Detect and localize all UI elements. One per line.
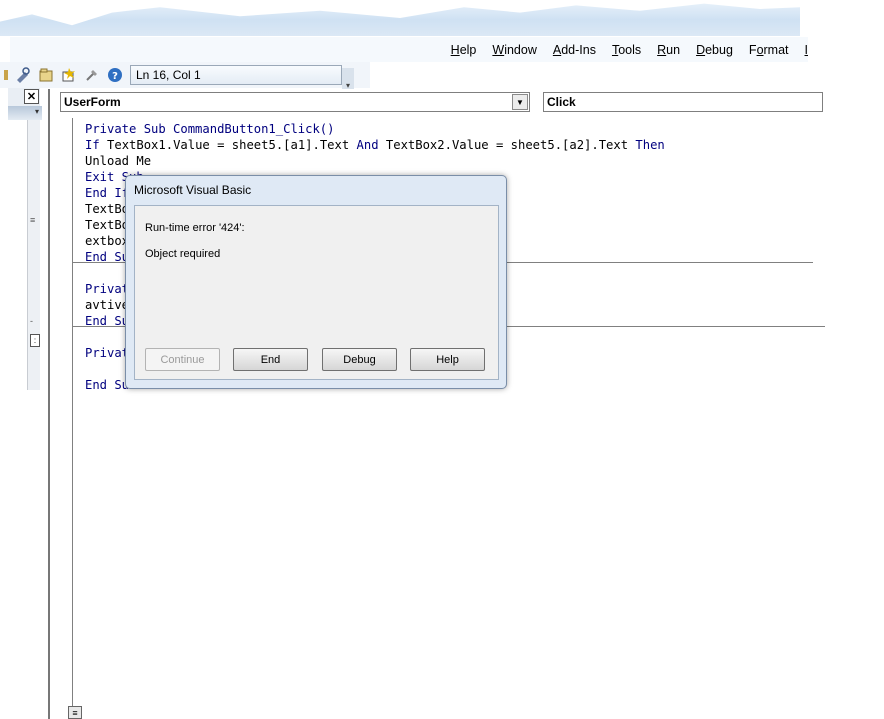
close-icon[interactable]: ✕ — [24, 89, 39, 104]
toolbar-partial-icon[interactable] — [4, 67, 8, 83]
code-line[interactable]: End Su — [85, 377, 129, 393]
chevron-down-icon[interactable]: ▾ — [35, 107, 39, 116]
debug-button[interactable]: Debug — [322, 348, 397, 371]
menu-tools[interactable]: Tools — [604, 43, 649, 57]
error-code-text: Run-time error '424': — [145, 222, 245, 234]
project-pane-titlebar: ▾ — [8, 106, 42, 120]
menu-bar: Help Window Add-Ins Tools Run Debug Form… — [10, 37, 808, 62]
procedure-dropdown[interactable]: Click — [543, 92, 823, 112]
object-dropdown[interactable]: UserForm ▼ — [60, 92, 530, 112]
menu-insert-partial[interactable]: I — [797, 43, 808, 57]
end-button[interactable]: End — [233, 348, 308, 371]
code-line[interactable]: extbox — [85, 233, 129, 249]
help-button[interactable]: Help — [410, 348, 485, 371]
code-line[interactable]: Privat — [85, 281, 129, 297]
help-icon[interactable]: ? — [107, 67, 123, 83]
menu-run[interactable]: Run — [649, 43, 688, 57]
cursor-position-text: Ln 16, Col 1 — [136, 68, 201, 82]
svg-text:?: ? — [112, 71, 118, 82]
toolbox-icon[interactable] — [84, 67, 100, 83]
menu-debug[interactable]: Debug — [688, 43, 741, 57]
title-bar-fragment — [0, 3, 800, 36]
code-line[interactable]: TextBo — [85, 217, 129, 233]
menu-format[interactable]: Format — [741, 43, 797, 57]
dialog-title: Microsoft Visual Basic — [134, 183, 252, 197]
code-line[interactable]: Private Sub CommandButton1_Click() — [85, 121, 334, 137]
project-explorer-icon[interactable] — [38, 67, 54, 83]
code-line[interactable]: Unload Me — [85, 153, 151, 169]
code-line[interactable]: TextBo — [85, 201, 129, 217]
cursor-position-readout: Ln 16, Col 1 — [130, 65, 342, 85]
toolbar-options-chevron-icon[interactable]: ▾ — [342, 68, 354, 90]
tree-expander-icon[interactable]: : — [30, 334, 40, 347]
runtime-error-dialog: Microsoft Visual Basic Run-time error '4… — [125, 175, 507, 389]
code-line[interactable]: avtive — [85, 297, 129, 313]
error-message-text: Object required — [145, 248, 221, 260]
torn-window-edge — [0, 0, 884, 40]
procedure-dropdown-value: Click — [547, 95, 576, 109]
menu-help[interactable]: Help — [443, 43, 485, 57]
procedure-view-icon[interactable]: ≡ — [68, 706, 82, 719]
dialog-body: Run-time error '424': Object required Co… — [134, 205, 499, 380]
project-pane-scrollbar[interactable]: ≡ — [27, 120, 40, 390]
properties-window-icon[interactable] — [61, 67, 77, 83]
project-pane-fragment: ✕ ▾ ≡ ‑ : — [0, 88, 42, 719]
chevron-down-icon[interactable]: ▼ — [512, 94, 528, 110]
code-line[interactable]: End If — [85, 185, 129, 201]
standard-toolbar: ? Ln 16, Col 1 ▾ — [0, 62, 370, 90]
menu-window[interactable]: Window — [484, 43, 544, 57]
object-dropdown-value: UserForm — [64, 95, 121, 109]
code-line[interactable]: Privat — [85, 345, 129, 361]
tree-mark-icon: ‑ — [30, 316, 33, 326]
design-mode-icon[interactable] — [15, 67, 31, 83]
continue-button[interactable]: Continue — [145, 348, 220, 371]
menu-add-ins[interactable]: Add-Ins — [545, 43, 604, 57]
scroll-grip-icon: ≡ — [30, 215, 36, 225]
code-line[interactable]: If TextBox1.Value = sheet5.[a1].Text And… — [85, 137, 665, 153]
